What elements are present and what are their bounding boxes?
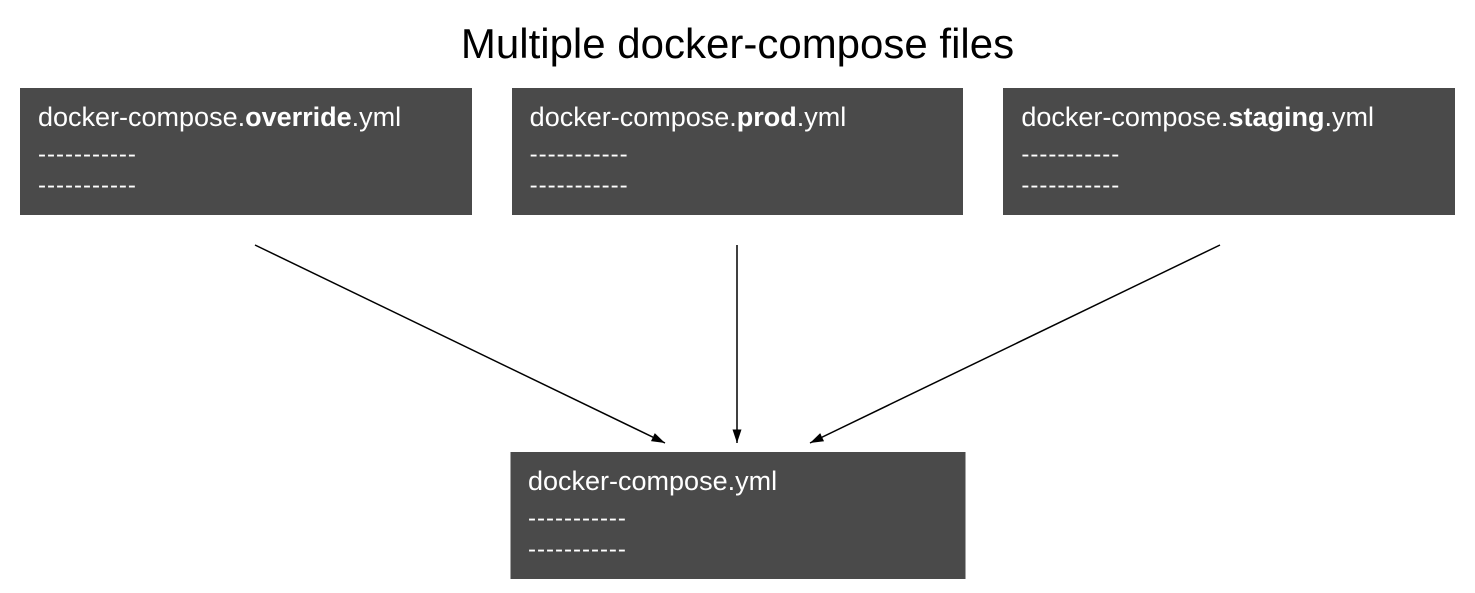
file-bold: prod bbox=[737, 102, 797, 132]
file-box-prod: docker-compose.prod.yml ----------- ----… bbox=[512, 88, 964, 215]
top-files-row: docker-compose.override.yml ----------- … bbox=[0, 88, 1475, 215]
file-name-staging: docker-compose.staging.yml bbox=[1021, 102, 1437, 133]
file-dashes: ----------- bbox=[38, 139, 454, 170]
file-box-override: docker-compose.override.yml ----------- … bbox=[20, 88, 472, 215]
file-dashes: ----------- bbox=[528, 534, 947, 565]
file-box-base: docker-compose.yml ----------- ---------… bbox=[510, 452, 965, 579]
file-prefix: docker-compose. bbox=[530, 102, 737, 132]
file-prefix: docker-compose. bbox=[38, 102, 245, 132]
file-dashes: ----------- bbox=[530, 139, 946, 170]
file-box-staging: docker-compose.staging.yml ----------- -… bbox=[1003, 88, 1455, 215]
file-name-prod: docker-compose.prod.yml bbox=[530, 102, 946, 133]
file-bold: staging bbox=[1228, 102, 1324, 132]
file-prefix: docker-compose. bbox=[1021, 102, 1228, 132]
file-dashes: ----------- bbox=[1021, 170, 1437, 201]
file-dashes: ----------- bbox=[1021, 139, 1437, 170]
diagram-title: Multiple docker-compose files bbox=[0, 0, 1475, 88]
file-suffix: .yml bbox=[797, 102, 847, 132]
file-dashes: ----------- bbox=[528, 503, 947, 534]
file-suffix: .yml bbox=[352, 102, 402, 132]
file-name-override: docker-compose.override.yml bbox=[38, 102, 454, 133]
file-dashes: ----------- bbox=[38, 170, 454, 201]
file-suffix: .yml bbox=[1324, 102, 1374, 132]
file-dashes: ----------- bbox=[530, 170, 946, 201]
file-bold: override bbox=[245, 102, 352, 132]
bottom-file-row: docker-compose.yml ----------- ---------… bbox=[510, 452, 965, 579]
arrow-override-to-base bbox=[255, 245, 665, 443]
arrow-staging-to-base bbox=[810, 245, 1220, 443]
file-name-base: docker-compose.yml bbox=[528, 466, 947, 497]
